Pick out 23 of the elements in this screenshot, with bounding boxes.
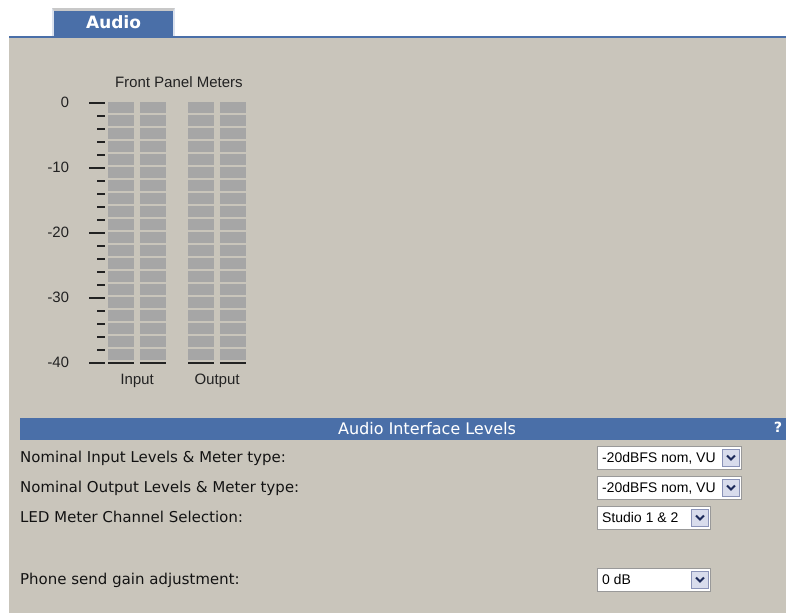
setting-label: Nominal Input Levels & Meter type: xyxy=(20,447,286,468)
setting-label: Nominal Output Levels & Meter type: xyxy=(20,477,300,498)
caret-icon xyxy=(695,576,705,584)
dropdown[interactable]: -20dBFS nom, VU xyxy=(597,476,742,500)
tab[interactable]: Audio xyxy=(52,8,175,36)
scale-label: -30 xyxy=(47,288,69,306)
dropdown[interactable]: -20dBFS nom, VU xyxy=(597,446,742,470)
scale-label: 0 xyxy=(60,94,69,112)
caret-icon xyxy=(726,454,736,462)
scale-label: -10 xyxy=(47,158,69,176)
scale-label: -20 xyxy=(47,224,69,242)
caret-icon xyxy=(695,514,705,522)
scale-label: -40 xyxy=(47,354,69,372)
help-link[interactable]: ? xyxy=(774,418,786,439)
meter-label: Output xyxy=(193,370,241,390)
section-title: Audio Interface Levels xyxy=(337,418,517,440)
dropdown[interactable]: Studio 1 & 2 xyxy=(597,506,711,530)
meters-title: Front Panel Meters xyxy=(115,74,243,91)
meter-label: Input xyxy=(119,370,155,390)
dropdown[interactable]: 0 dB xyxy=(597,568,711,592)
caret-icon xyxy=(726,484,736,492)
setting-label: LED Meter Channel Selection: xyxy=(20,507,243,528)
setting-label: Phone send gain adjustment: xyxy=(20,569,240,590)
